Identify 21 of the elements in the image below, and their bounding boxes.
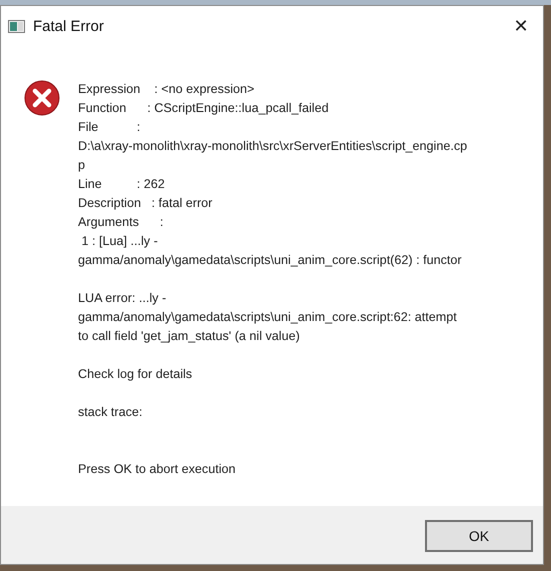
error-icon bbox=[24, 80, 60, 116]
message-line: stack trace: bbox=[78, 404, 144, 421]
message-line: Expression : <no expression> bbox=[78, 81, 256, 98]
message-line: Line : 262 bbox=[78, 176, 166, 193]
window-title: Fatal Error bbox=[33, 18, 104, 34]
message-line: LUA error: ...ly - bbox=[78, 290, 168, 307]
message-line: to call field 'get_jam_status' (a nil value) bbox=[78, 328, 301, 345]
close-button[interactable]: ✕ bbox=[499, 6, 543, 46]
message-line: File : bbox=[78, 119, 142, 136]
message-line: Description : fatal error bbox=[78, 195, 214, 212]
message-line: 1 : [Lua] ...ly - bbox=[80, 233, 159, 250]
message-line: gamma/anomaly\gamedata\scripts\uni_anim_core.script(62) : functor bbox=[78, 252, 463, 269]
message-line: Arguments : bbox=[78, 214, 164, 231]
app-icon bbox=[8, 20, 25, 32]
message-line: gamma/anomaly\gamedata\scripts\uni_anim_core.script:62: attempt bbox=[78, 309, 458, 326]
message-line: Press OK to abort execution bbox=[78, 461, 237, 478]
message-line: Check log for details bbox=[78, 366, 194, 383]
ok-button[interactable]: OK bbox=[425, 520, 533, 552]
message-line: p bbox=[78, 157, 86, 174]
message-line: Function : CScriptEngine::lua_pcall_failed bbox=[78, 100, 330, 117]
message-line: D:\a\xray-monolith\xray-monolith\src\xrServerEntities\script_engine.cp bbox=[78, 138, 468, 155]
